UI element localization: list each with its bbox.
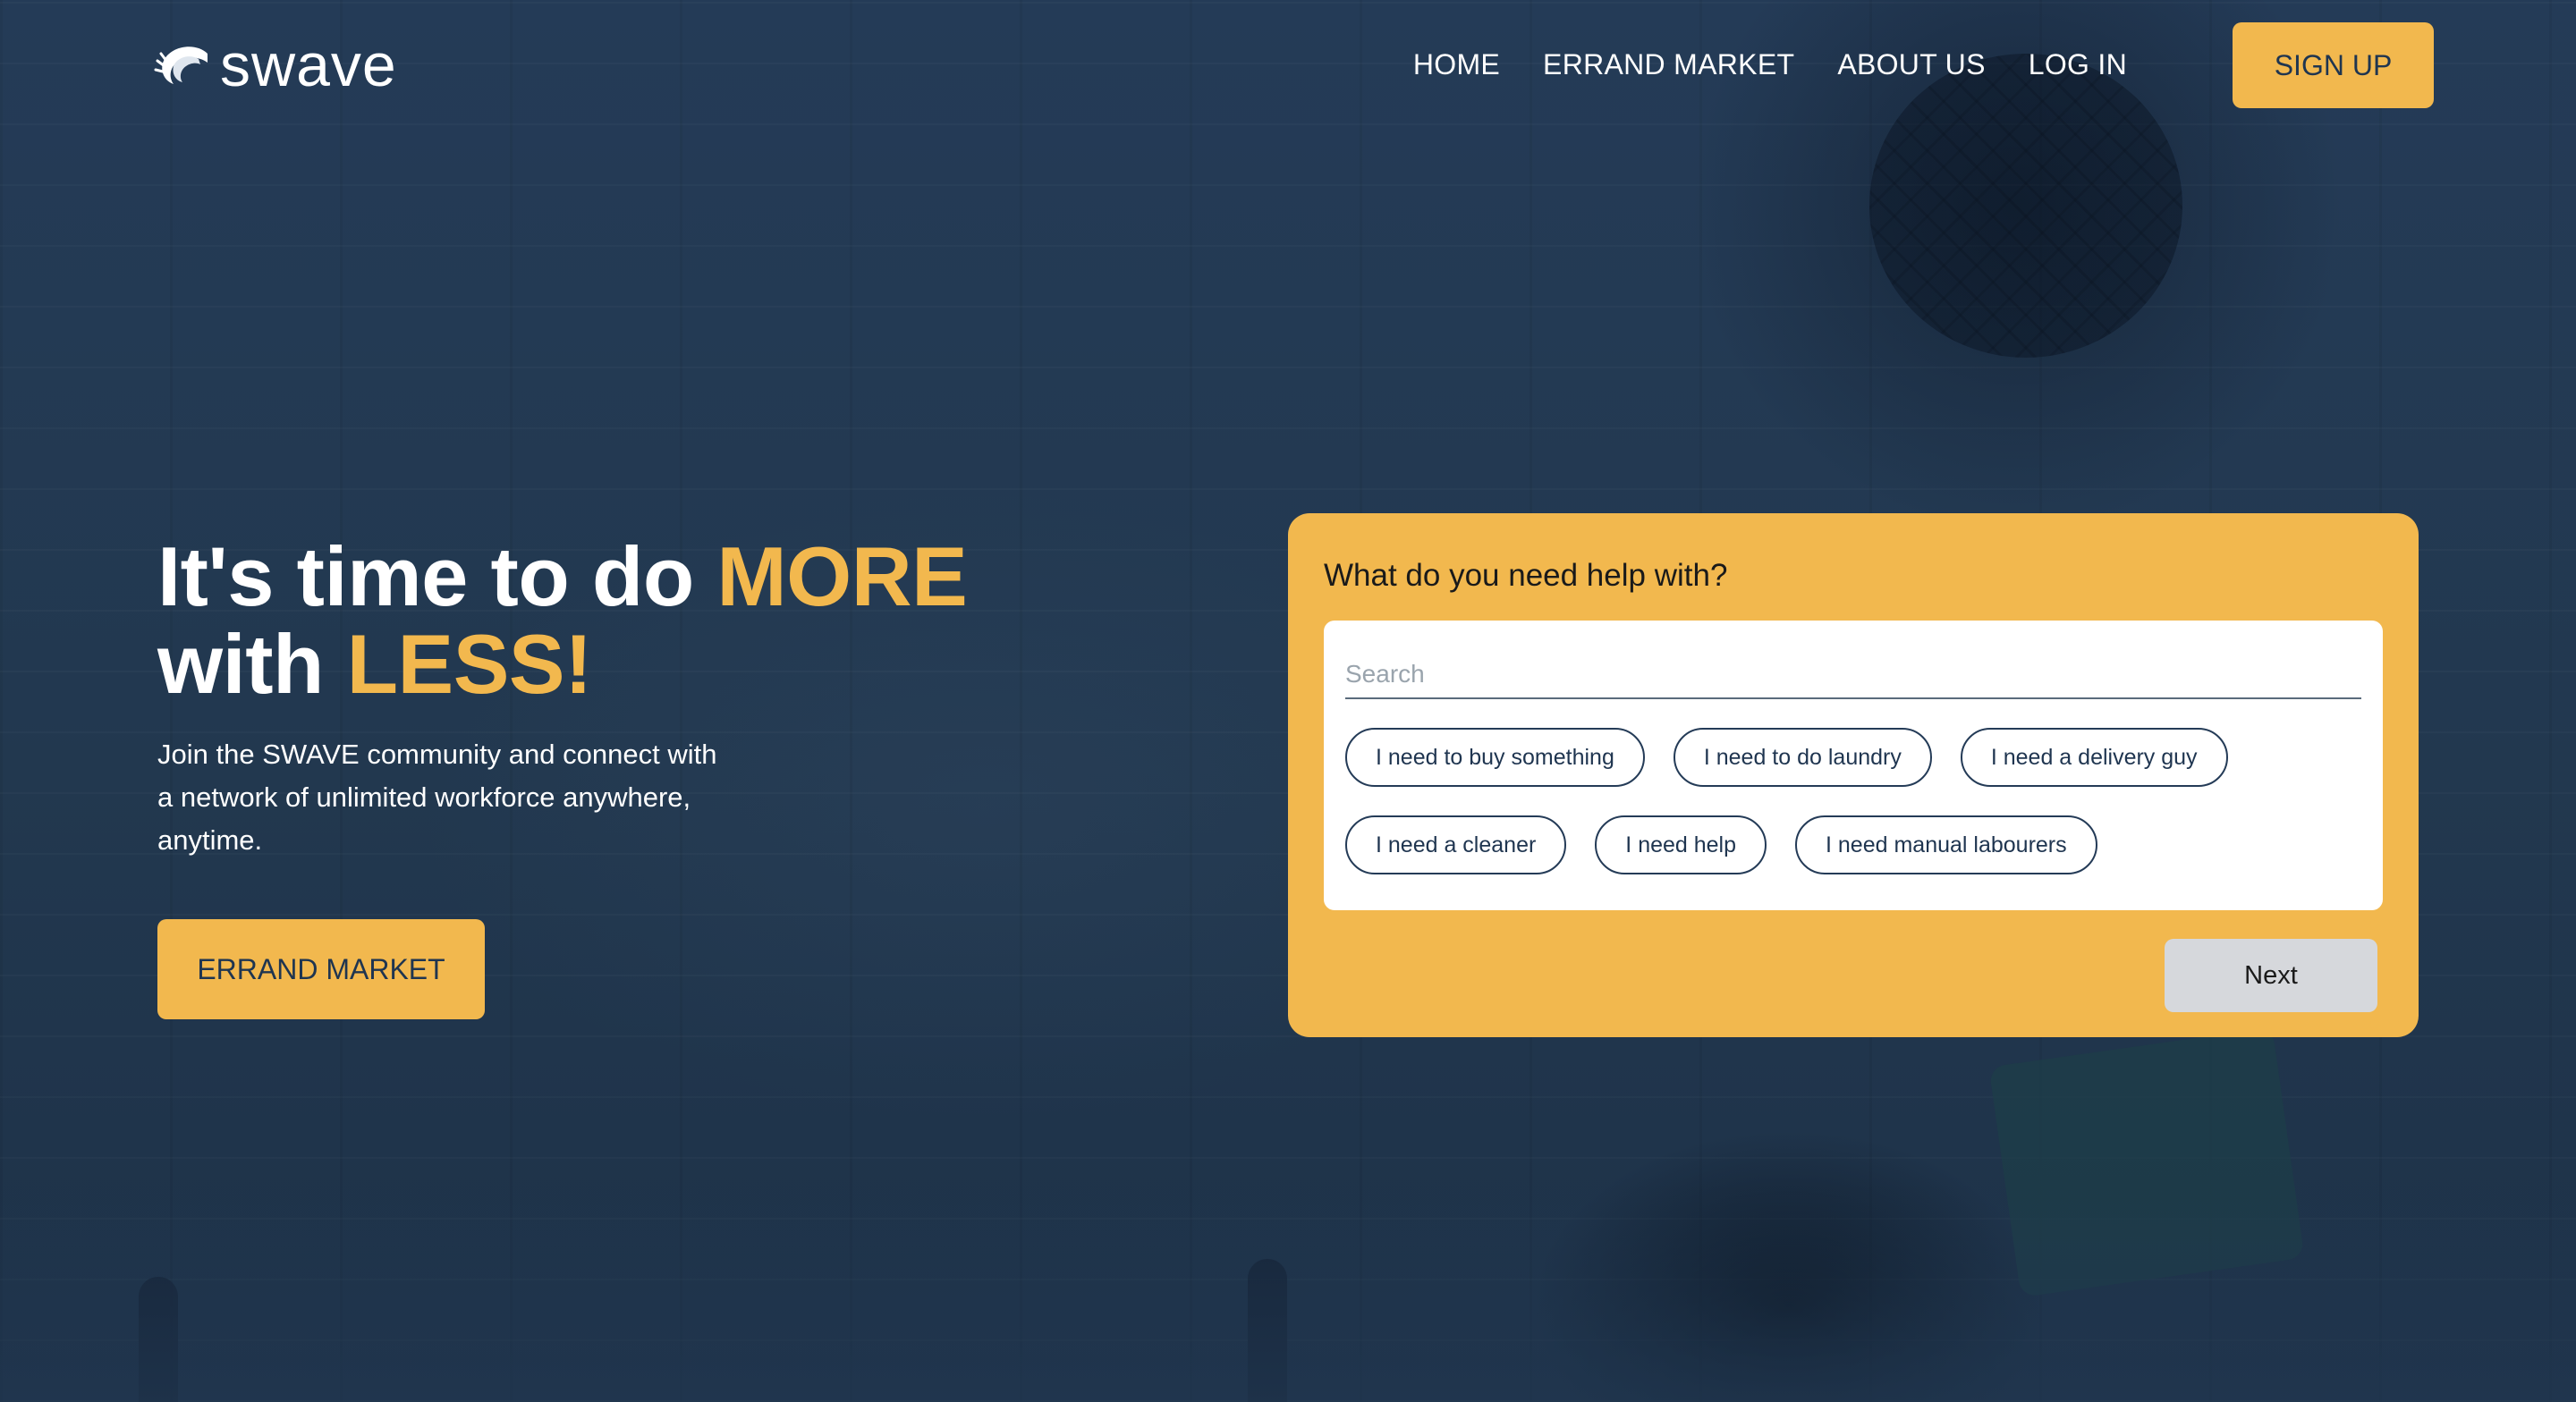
brand-name: swave (220, 31, 397, 99)
headline-accent-less: LESS! (346, 617, 593, 711)
hero-subtext: Join the SWAVE community and connect wit… (157, 739, 717, 856)
nav-link-log-in[interactable]: LOG IN (2029, 48, 2127, 81)
hero-headline: It's time to do MORE with LESS! (157, 533, 968, 711)
option-buy-something[interactable]: I need to buy something (1345, 728, 1645, 787)
help-options-panel: I need to buy something I need to do lau… (1324, 621, 2383, 910)
nav-links: HOME ERRAND MARKET ABOUT US LOG IN (1413, 48, 2127, 81)
wave-logo-icon (154, 46, 208, 84)
option-manual-labourers[interactable]: I need manual labourers (1795, 815, 2097, 874)
background-delivery-box-image (1988, 1026, 2305, 1298)
help-card-title: What do you need help with? (1324, 558, 1728, 593)
next-button[interactable]: Next (2165, 939, 2377, 1012)
nav-link-home[interactable]: HOME (1413, 48, 1500, 81)
headline-text: It's time to do (157, 529, 717, 623)
option-help[interactable]: I need help (1595, 815, 1767, 874)
nav-link-errand-market[interactable]: ERRAND MARKET (1543, 48, 1794, 81)
headline-accent-more: MORE (716, 529, 968, 623)
option-do-laundry[interactable]: I need to do laundry (1673, 728, 1932, 787)
help-options: I need to buy something I need to do lau… (1345, 728, 2228, 903)
background-post-image (1248, 1259, 1287, 1402)
headline-text: with (157, 617, 347, 711)
help-options-row: I need to buy something I need to do lau… (1345, 728, 2228, 787)
hero-section: swave HOME ERRAND MARKET ABOUT US LOG IN… (0, 0, 2576, 1402)
top-navigation: swave HOME ERRAND MARKET ABOUT US LOG IN… (0, 0, 2576, 134)
background-post-image (139, 1277, 178, 1402)
nav-link-about-us[interactable]: ABOUT US (1837, 48, 1985, 81)
errand-market-button[interactable]: ERRAND MARKET (157, 919, 485, 1019)
help-options-row: I need a cleaner I need help I need manu… (1345, 815, 2228, 874)
option-delivery-guy[interactable]: I need a delivery guy (1960, 728, 2228, 787)
search-input[interactable] (1345, 655, 2361, 699)
brand-logo[interactable]: swave (154, 34, 397, 97)
option-cleaner[interactable]: I need a cleaner (1345, 815, 1567, 874)
help-request-card: What do you need help with? I need to bu… (1288, 513, 2419, 1037)
sign-up-button[interactable]: SIGN UP (2233, 22, 2434, 108)
